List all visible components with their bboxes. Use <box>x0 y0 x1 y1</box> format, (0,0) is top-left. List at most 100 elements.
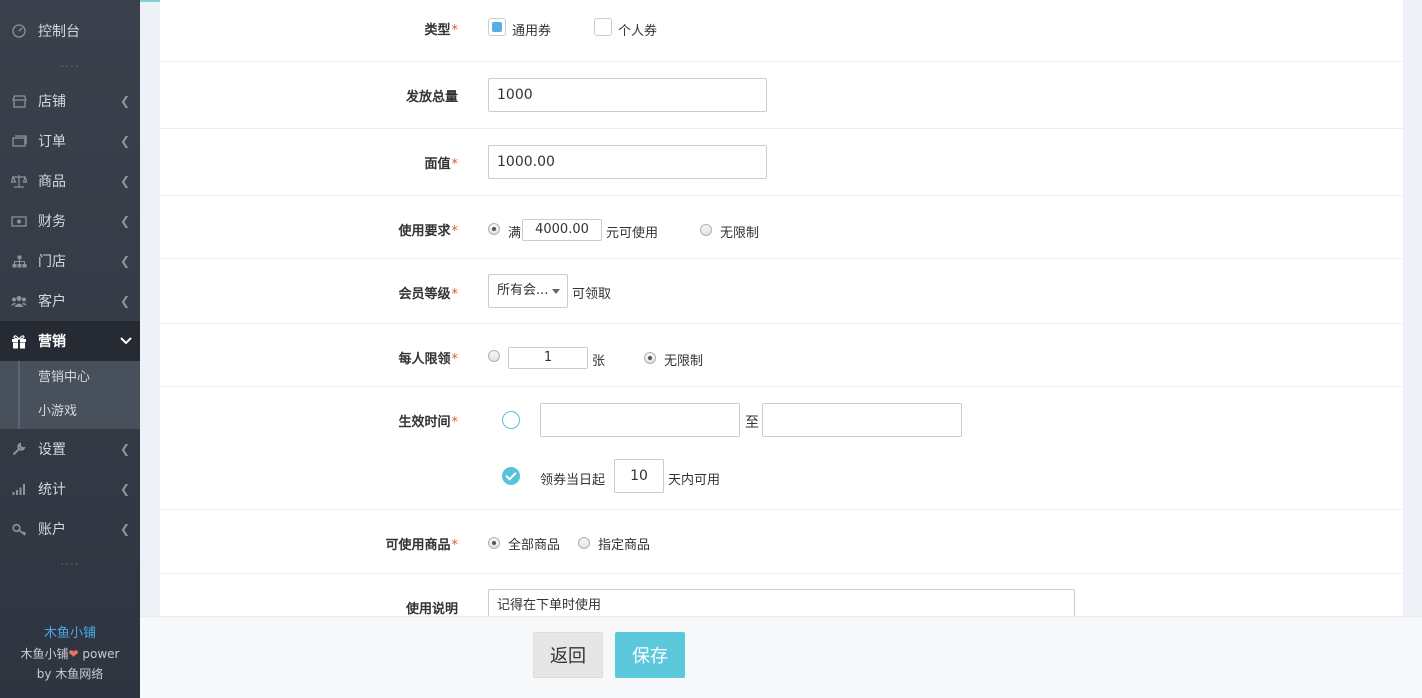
form-row-type: 类型* 通用券 个人券 <box>160 0 1403 62</box>
store-icon <box>11 93 27 109</box>
sidebar-item-label: 设置 <box>38 442 66 458</box>
power-line: 木鱼小铺❤ power <box>0 644 140 664</box>
sidebar-subitem-mini-game[interactable]: 小游戏 <box>18 395 140 429</box>
time-range-radio[interactable] <box>502 411 520 429</box>
power-text: power <box>78 647 120 661</box>
effective-time-label: 生效时间* <box>398 415 458 430</box>
sidebar-item-customer[interactable]: 客户 ❮ <box>0 281 140 321</box>
sidebar-item-label: 账户 <box>38 522 66 538</box>
dashboard-icon <box>11 23 27 39</box>
chevron-left-icon: ❮ <box>120 482 131 496</box>
form-row-member-level: 会员等级* 所有会... 可领取 <box>160 259 1403 324</box>
bar-chart-icon <box>11 481 27 497</box>
by-text: by <box>36 667 56 681</box>
page-scrollbar[interactable] <box>1403 0 1422 698</box>
type-label: 类型* <box>424 23 458 38</box>
date-range-separator: 至 <box>745 415 759 431</box>
goods-all-radio[interactable] <box>488 537 500 549</box>
form-row-usage: 使用要求* 满 4000.00 元可使用 无限制 <box>160 196 1403 259</box>
limit-unit: 张 <box>592 354 606 369</box>
form-row-total: 发放总量 1000 <box>160 62 1403 129</box>
sidebar-item-label: 订单 <box>38 134 66 150</box>
chevron-left-icon: ❮ <box>120 254 131 268</box>
coupon-form: 类型* 通用券 个人券 发放总量 1000 面值* 1000.00 使用要求* … <box>160 0 1403 616</box>
save-button[interactable]: 保存 <box>615 632 685 678</box>
sidebar: 控制台 .... 店铺 ❮ 订单 ❮ 商品 ❮ 财务 ❮ 门店 ❮ 客户 ❮ 营… <box>0 0 140 698</box>
chevron-left-icon: ❮ <box>120 94 131 108</box>
usage-threshold-radio[interactable] <box>488 223 500 235</box>
sidebar-item-goods[interactable]: 商品 ❮ <box>0 161 140 201</box>
time-relative-radio[interactable] <box>502 467 520 485</box>
goods-all-label: 全部商品 <box>508 538 561 553</box>
gift-icon <box>11 333 27 349</box>
description-textarea[interactable]: 记得在下单时使用 <box>488 589 1075 616</box>
form-row-applicable-goods: 可使用商品* 全部商品 指定商品 <box>160 510 1403 574</box>
by-line: by 木鱼网络 <box>0 664 140 684</box>
member-level-suffix: 可领取 <box>572 287 612 302</box>
sidebar-item-label: 客户 <box>38 294 66 310</box>
usage-unlimited-radio[interactable] <box>700 224 712 236</box>
sidebar-item-account[interactable]: 账户 ❮ <box>0 509 140 549</box>
usage-threshold-prefix: 满 <box>508 226 522 241</box>
per-person-label: 每人限领* <box>398 352 458 367</box>
sidebar-item-label: 门店 <box>38 254 66 270</box>
sidebar-item-dashboard[interactable]: 控制台 <box>0 11 140 51</box>
back-button[interactable]: 返回 <box>533 632 603 678</box>
money-icon <box>11 213 27 229</box>
sidebar-item-store[interactable]: 店铺 ❮ <box>0 81 140 121</box>
heart-icon: ❤ <box>68 647 79 661</box>
relative-suffix: 天内可用 <box>668 473 721 488</box>
form-action-bar: 返回 保存 <box>140 616 1422 698</box>
type-personal-label: 个人券 <box>618 24 658 39</box>
sidebar-submenu-marketing: 营销中心 小游戏 <box>0 361 140 429</box>
sidebar-divider-dots: .... <box>60 554 80 568</box>
balance-icon <box>11 173 27 189</box>
sidebar-item-label: 统计 <box>38 482 66 498</box>
type-personal-checkbox[interactable] <box>594 18 612 36</box>
form-row-per-person-limit: 每人限领* 1 张 无限制 <box>160 324 1403 387</box>
goods-specific-label: 指定商品 <box>598 538 651 553</box>
usage-amount-input[interactable]: 4000.00 <box>522 219 602 241</box>
sidebar-subitem-marketing-center[interactable]: 营销中心 <box>18 361 140 395</box>
form-row-description: 使用说明 记得在下单时使用 <box>160 574 1403 616</box>
face-value-label: 面值* <box>424 157 458 172</box>
member-level-label: 会员等级* <box>398 287 458 302</box>
total-label: 发放总量 <box>405 90 458 105</box>
relative-prefix: 领券当日起 <box>540 473 606 488</box>
end-date-input[interactable] <box>762 403 962 437</box>
users-icon <box>11 293 27 309</box>
key-icon <box>11 521 27 537</box>
form-row-effective-time: 生效时间* 至 领券当日起 10 天内可用 <box>160 387 1403 510</box>
sidebar-item-settings[interactable]: 设置 ❮ <box>0 429 140 469</box>
sidebar-item-shop[interactable]: 门店 ❮ <box>0 241 140 281</box>
brand-name[interactable]: 木鱼小铺 <box>0 624 140 644</box>
usage-unlimited-label: 无限制 <box>720 226 760 241</box>
limit-count-input[interactable]: 1 <box>508 347 588 369</box>
usage-label: 使用要求* <box>398 224 458 239</box>
order-icon <box>11 133 27 149</box>
sidebar-item-label: 营销 <box>38 334 66 350</box>
usage-threshold-suffix: 元可使用 <box>606 226 659 241</box>
sidebar-item-label: 商品 <box>38 174 66 190</box>
goods-specific-radio[interactable] <box>578 537 590 549</box>
relative-days-input[interactable]: 10 <box>614 459 664 493</box>
member-level-select[interactable]: 所有会... <box>488 274 568 308</box>
wrench-icon <box>11 441 27 457</box>
start-date-input[interactable] <box>540 403 740 437</box>
sidebar-footer: 木鱼小铺 木鱼小铺❤ power by 木鱼网络 <box>0 624 140 684</box>
power-brand: 木鱼小铺 <box>20 647 69 661</box>
limit-count-radio[interactable] <box>488 350 500 362</box>
sidebar-item-stats[interactable]: 统计 ❮ <box>0 469 140 509</box>
sidebar-divider-dots: .... <box>60 56 80 70</box>
limit-unlimited-radio[interactable] <box>644 352 656 364</box>
sidebar-item-order[interactable]: 订单 ❮ <box>0 121 140 161</box>
caret-down-icon <box>552 289 560 294</box>
chevron-left-icon: ❮ <box>120 134 131 148</box>
type-general-checkbox[interactable] <box>488 18 506 36</box>
total-quantity-input[interactable]: 1000 <box>488 78 767 112</box>
sidebar-item-finance[interactable]: 财务 ❮ <box>0 201 140 241</box>
form-row-face-value: 面值* 1000.00 <box>160 129 1403 196</box>
sidebar-item-marketing[interactable]: 营销 <box>0 321 140 361</box>
sidebar-item-label: 控制台 <box>38 24 80 40</box>
face-value-input[interactable]: 1000.00 <box>488 145 767 179</box>
